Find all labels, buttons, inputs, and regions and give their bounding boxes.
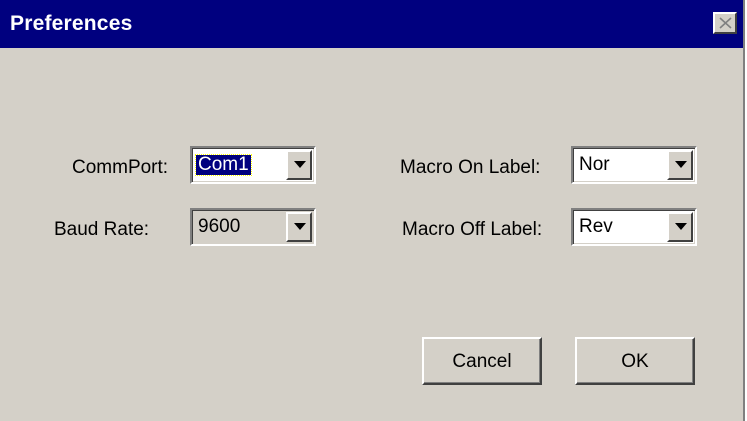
baud-rate-label: Baud Rate: — [54, 219, 150, 240]
macro-on-value: Nor — [579, 154, 610, 175]
cancel-button-label: Cancel — [452, 351, 512, 372]
commport-label: CommPort: — [72, 157, 169, 178]
baud-rate-value: 9600 — [198, 216, 241, 237]
macro-off-select[interactable]: Rev — [571, 208, 697, 246]
preferences-dialog: Preferences CommPort: Com1 Baud Rate: 96… — [0, 0, 745, 421]
commport-dropdown-button[interactable] — [286, 150, 312, 180]
baud-rate-dropdown-button[interactable] — [286, 212, 312, 242]
macro-on-select[interactable]: Nor — [571, 146, 697, 184]
macro-off-value: Rev — [579, 216, 613, 237]
macro-on-dropdown-button[interactable] — [667, 150, 693, 180]
ok-button[interactable]: OK — [575, 337, 695, 385]
close-icon — [719, 17, 732, 29]
chevron-down-icon — [294, 161, 306, 168]
ok-button-label: OK — [621, 351, 649, 372]
window-title: Preferences — [10, 12, 133, 35]
commport-value: Com1 — [195, 154, 252, 176]
chevron-down-icon — [675, 223, 687, 230]
title-bar[interactable]: Preferences — [0, 0, 743, 48]
commport-select[interactable]: Com1 — [190, 146, 316, 184]
macro-off-dropdown-button[interactable] — [667, 212, 693, 242]
macro-on-label: Macro On Label: — [400, 157, 541, 178]
chevron-down-icon — [294, 223, 306, 230]
cancel-button[interactable]: Cancel — [422, 337, 542, 385]
macro-off-label: Macro Off Label: — [402, 219, 543, 240]
baud-rate-select[interactable]: 9600 — [190, 208, 316, 246]
chevron-down-icon — [675, 161, 687, 168]
close-button[interactable] — [713, 12, 737, 34]
